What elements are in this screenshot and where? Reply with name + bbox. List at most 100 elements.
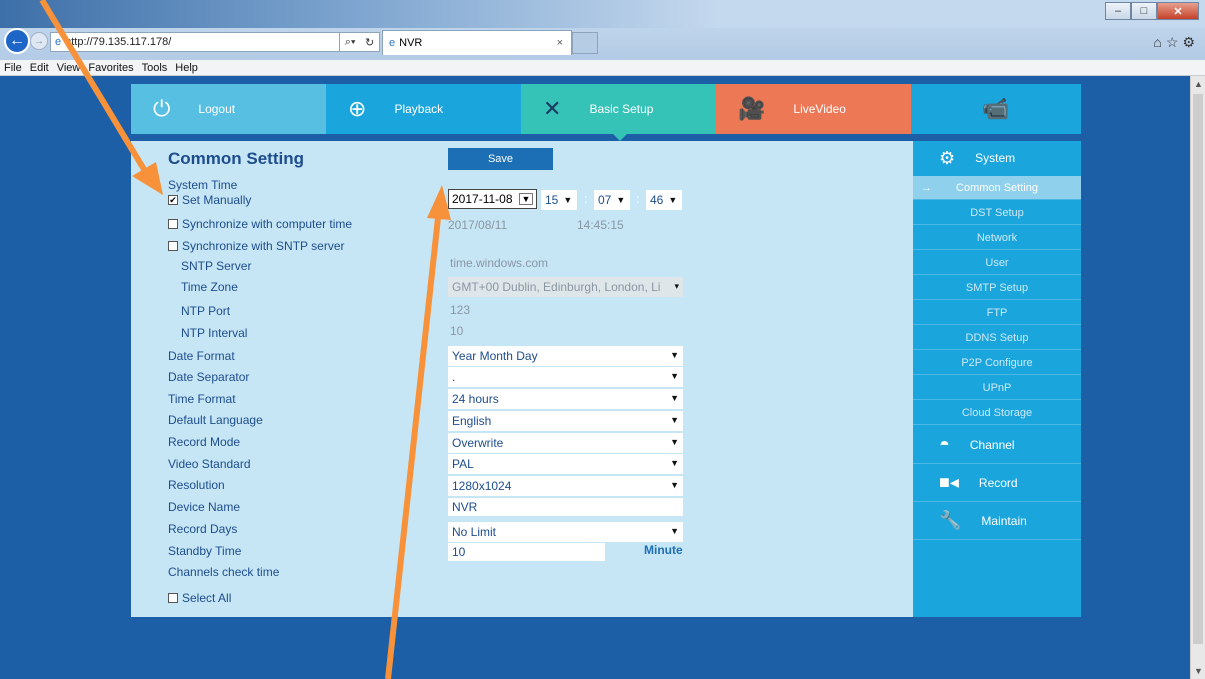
sidebar-item-ddns-setup[interactable]: DDNS Setup bbox=[913, 326, 1081, 350]
sidebar-item-label: DDNS Setup bbox=[965, 331, 1029, 344]
time-colon: : bbox=[636, 192, 640, 206]
date-format-label: Date Format bbox=[168, 349, 235, 363]
power-icon: ⏻ bbox=[153, 96, 171, 121]
sidebar-item-dst-setup[interactable]: DST Setup bbox=[913, 201, 1081, 225]
menu-view[interactable]: View bbox=[57, 62, 81, 74]
record-days-value: No Limit bbox=[452, 525, 497, 539]
scroll-up-icon[interactable]: ▲ bbox=[1191, 76, 1205, 92]
sync-computer-row[interactable]: Synchronize with computer time bbox=[168, 217, 352, 231]
time-zone-select[interactable]: GMT+00 Dublin, Edinburgh, London, Li ▾ bbox=[448, 277, 683, 297]
time-format-label: Time Format bbox=[168, 392, 236, 406]
chevron-down-icon: ▼ bbox=[563, 195, 573, 205]
sync-computer-checkbox[interactable] bbox=[168, 219, 178, 229]
new-tab-button[interactable] bbox=[572, 32, 598, 54]
computer-date: 2017/08/11 bbox=[448, 218, 508, 232]
time-format-select[interactable]: 24 hours ▼ bbox=[448, 389, 683, 409]
sidebar-item-ftp[interactable]: FTP bbox=[913, 301, 1081, 325]
refresh-icon[interactable]: ↻ bbox=[365, 36, 374, 49]
ntp-port-value: 123 bbox=[450, 303, 471, 317]
wrench-icon: 🔧 bbox=[939, 510, 962, 530]
language-select[interactable]: English ▼ bbox=[448, 411, 683, 431]
sidebar-item-p2p-configure[interactable]: P2P Configure bbox=[913, 351, 1081, 375]
browser-tab[interactable]: e NVR × bbox=[382, 30, 572, 55]
forward-button[interactable]: → bbox=[30, 32, 48, 50]
record-mode-select[interactable]: Overwrite ▼ bbox=[448, 433, 683, 453]
video-standard-select[interactable]: PAL ▼ bbox=[448, 454, 683, 474]
home-icon[interactable]: ⌂ bbox=[1153, 34, 1165, 50]
globe-icon: ⊕ bbox=[348, 96, 367, 121]
back-button[interactable]: ← bbox=[4, 28, 30, 54]
gear-icon: ⚙ bbox=[939, 147, 956, 168]
sidebar-item-user[interactable]: User bbox=[913, 251, 1081, 275]
minute-select[interactable]: 07 ▼ bbox=[594, 190, 630, 210]
device-name-input[interactable]: NVR bbox=[448, 498, 683, 516]
nav-playback[interactable]: ⊕ Playback bbox=[326, 84, 521, 134]
nav-basic-setup[interactable]: ✕ Basic Setup bbox=[521, 84, 716, 141]
scroll-down-icon[interactable]: ▼ bbox=[1191, 663, 1205, 679]
sync-sntp-row[interactable]: Synchronize with SNTP server bbox=[168, 239, 345, 253]
menu-edit[interactable]: Edit bbox=[30, 62, 49, 74]
scroll-thumb[interactable] bbox=[1193, 94, 1203, 644]
standby-time-input[interactable]: 10 bbox=[448, 543, 605, 561]
maximize-button[interactable]: □ bbox=[1131, 2, 1157, 20]
sidebar-maintain-label: Maintain bbox=[981, 513, 1027, 528]
date-select[interactable]: 2017-11-08 ▼ bbox=[448, 189, 537, 209]
second-select[interactable]: 46 ▼ bbox=[646, 190, 682, 210]
window-title-bar bbox=[0, 0, 1205, 28]
date-separator-label: Date Separator bbox=[168, 370, 250, 384]
sidebar-maintain[interactable]: 🔧 Maintain bbox=[913, 502, 1081, 540]
sidebar-system[interactable]: ⚙ System bbox=[913, 141, 1081, 175]
tools-icon: ✕ bbox=[543, 96, 562, 121]
sidebar-record[interactable]: ■◂ Record bbox=[913, 464, 1081, 502]
address-bar[interactable]: e http://79.135.117.178/ bbox=[50, 32, 340, 52]
nav-camera-logo[interactable]: 📹 bbox=[911, 84, 1081, 134]
menu-bar: File Edit View Favorites Tools Help bbox=[0, 60, 1205, 76]
arrow-right-icon: → bbox=[921, 181, 932, 194]
sync-sntp-checkbox[interactable] bbox=[168, 241, 178, 251]
sidebar-item-upnp[interactable]: UPnP bbox=[913, 376, 1081, 400]
sidebar-item-label: User bbox=[985, 256, 1009, 269]
resolution-select[interactable]: 1280x1024 ▼ bbox=[448, 476, 683, 496]
ntp-port-label: NTP Port bbox=[181, 304, 231, 318]
tab-close-icon[interactable]: × bbox=[557, 37, 563, 49]
nav-basic-setup-label: Basic Setup bbox=[589, 102, 654, 116]
record-days-select[interactable]: No Limit ▼ bbox=[448, 522, 683, 542]
set-manually-row[interactable]: ✔ Set Manually bbox=[168, 193, 251, 207]
chevron-down-icon: ▼ bbox=[668, 195, 678, 205]
set-manually-checkbox[interactable]: ✔ bbox=[168, 195, 178, 205]
chevron-down-icon: ▾ bbox=[674, 281, 679, 291]
tools-gear-icon[interactable]: ⚙ bbox=[1182, 34, 1199, 50]
date-format-select[interactable]: Year Month Day ▼ bbox=[448, 346, 683, 366]
vertical-scrollbar[interactable]: ▲ ▼ bbox=[1190, 76, 1205, 679]
menu-favorites[interactable]: Favorites bbox=[88, 62, 133, 74]
search-icon[interactable]: ⌕▾ bbox=[345, 36, 356, 49]
sidebar-item-label: Common Setting bbox=[956, 181, 1038, 194]
sidebar-item-smtp-setup[interactable]: SMTP Setup bbox=[913, 276, 1081, 300]
select-all-row[interactable]: Select All bbox=[168, 591, 231, 605]
menu-file[interactable]: File bbox=[4, 62, 22, 74]
sidebar-channel[interactable]: ◓ Channel bbox=[913, 426, 1081, 464]
hour-select[interactable]: 15 ▼ bbox=[541, 190, 577, 210]
record-mode-value: Overwrite bbox=[452, 436, 504, 450]
chevron-down-icon: ▼ bbox=[670, 458, 679, 468]
record-camera-icon: ■◂ bbox=[939, 472, 959, 492]
nav-logout[interactable]: ⏻ Logout bbox=[131, 84, 326, 134]
ntp-interval-label: NTP Interval bbox=[181, 326, 248, 340]
minute-value: 07 bbox=[598, 193, 612, 207]
close-button[interactable]: ✕ bbox=[1157, 2, 1199, 20]
channels-check-label: Channels check time bbox=[168, 565, 280, 579]
favorites-star-icon[interactable]: ☆ bbox=[1166, 34, 1183, 50]
minimize-button[interactable]: – bbox=[1105, 2, 1131, 20]
save-button[interactable]: Save bbox=[448, 148, 553, 170]
nav-live-video[interactable]: 🎥 LiveVideo bbox=[716, 84, 911, 134]
sidebar-item-common-setting[interactable]: → Common Setting bbox=[913, 176, 1081, 200]
sidebar-item-network[interactable]: Network bbox=[913, 226, 1081, 250]
menu-tools[interactable]: Tools bbox=[142, 62, 168, 74]
menu-help[interactable]: Help bbox=[175, 62, 198, 74]
sidebar-item-cloud-storage[interactable]: Cloud Storage bbox=[913, 401, 1081, 425]
back-arrow-icon: ← bbox=[9, 32, 25, 49]
dome-camera-icon: ◓ bbox=[939, 434, 950, 454]
time-format-value: 24 hours bbox=[452, 392, 499, 406]
date-separator-select[interactable]: . ▼ bbox=[448, 367, 683, 387]
select-all-checkbox[interactable] bbox=[168, 593, 178, 603]
